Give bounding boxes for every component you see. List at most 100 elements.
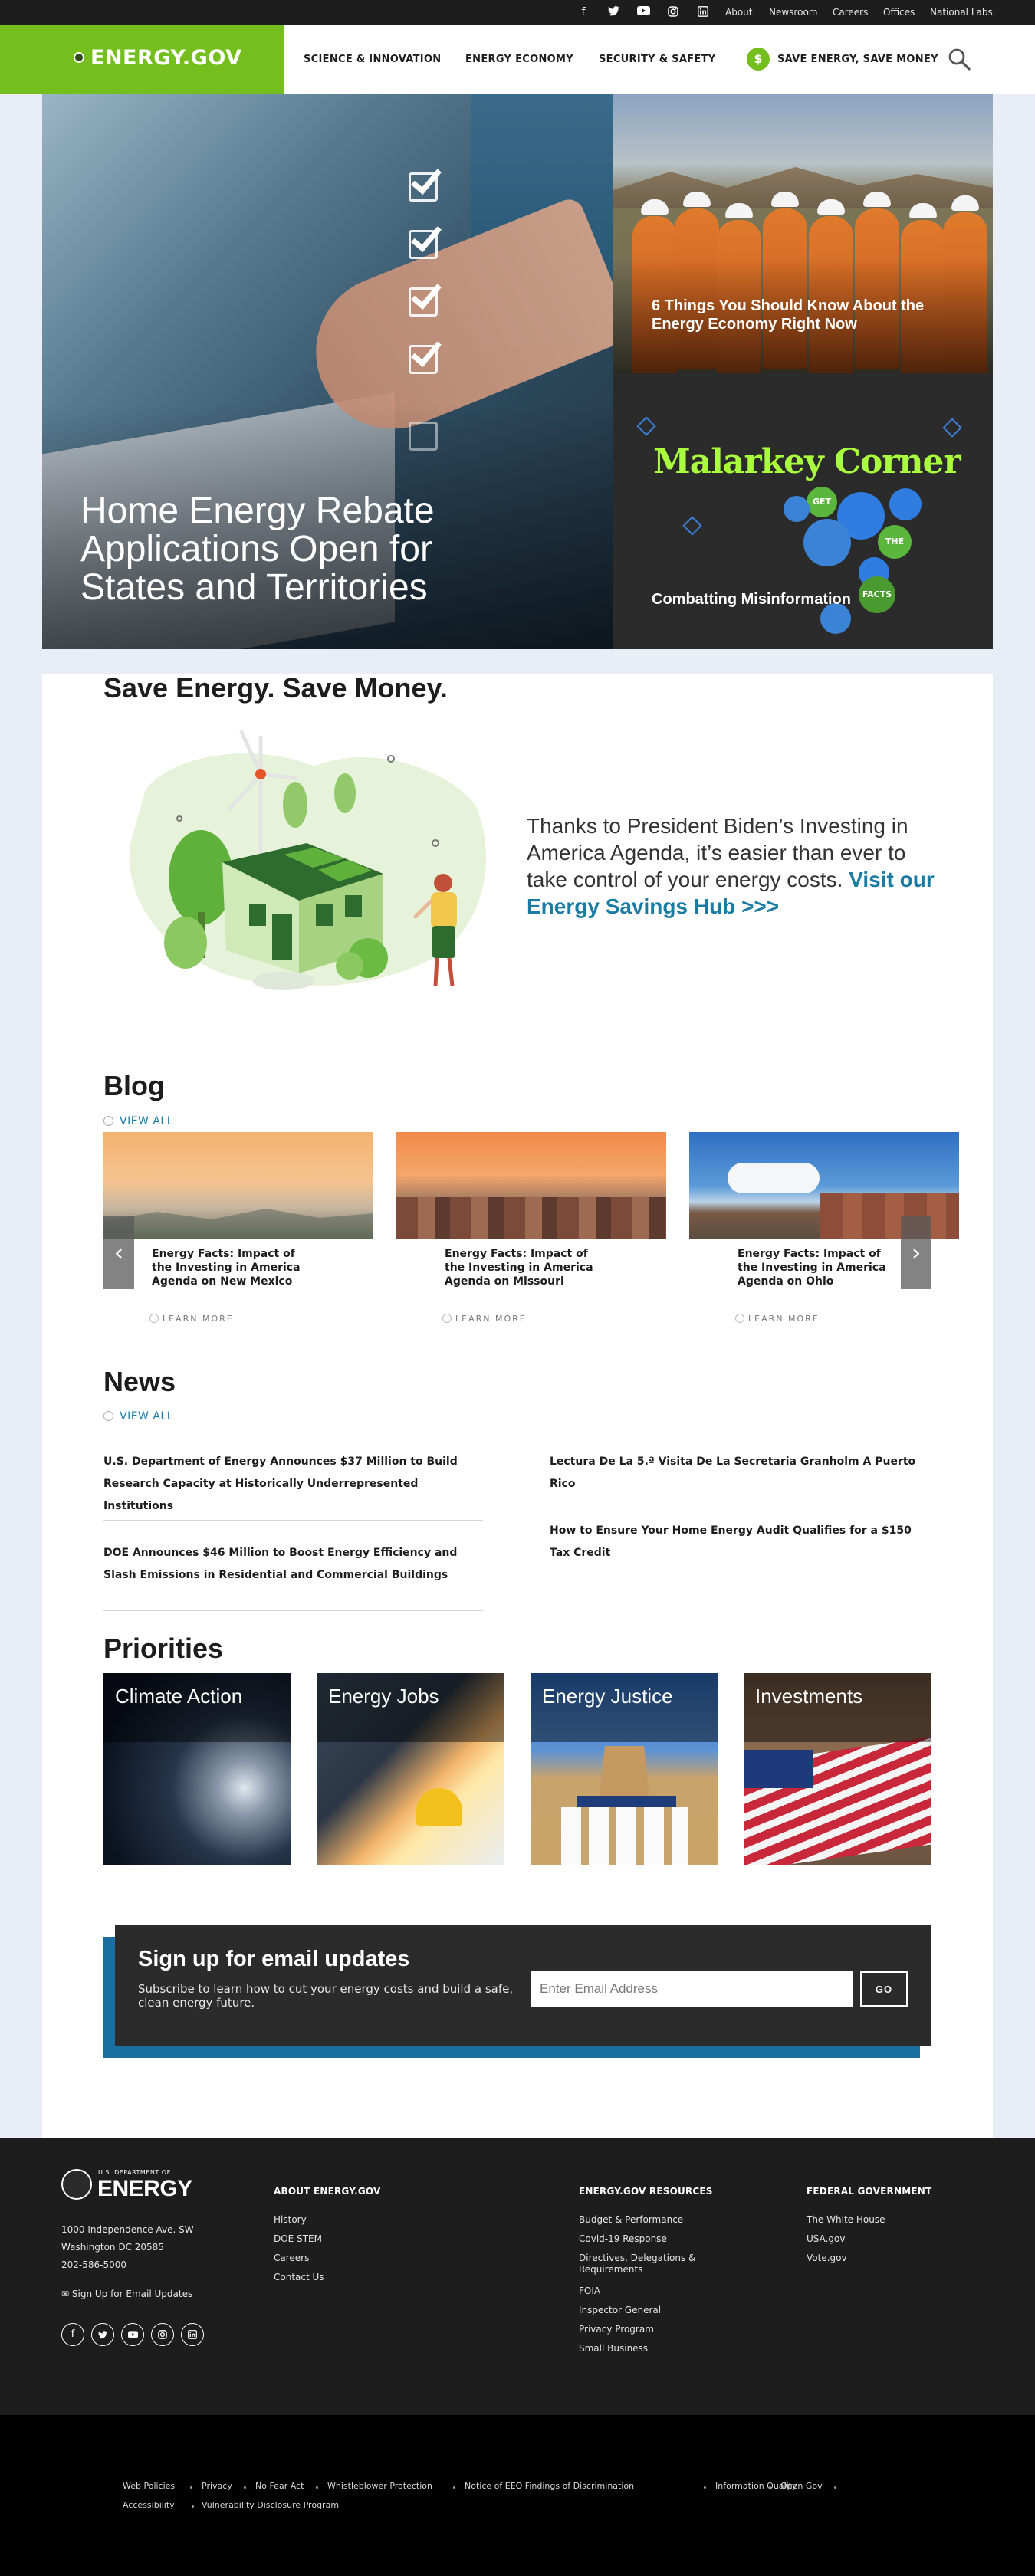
footer-link[interactable]: Covid-19 Response [579, 2233, 667, 2245]
news-item[interactable]: How to Ensure Your Home Energy Audit Qua… [550, 1520, 933, 1564]
twitter-icon[interactable] [606, 6, 620, 18]
footer-link[interactable]: History [274, 2214, 307, 2226]
bottom-link-whistleblower[interactable]: Whistleblower Protection [327, 2481, 432, 2491]
footer-link[interactable]: Vote.gov [807, 2253, 847, 2264]
site-footer: U.S. DEPARTMENT OF ENERGY 1000 Independe… [0, 2138, 1035, 2415]
blog-title-text: Energy Facts: Impact of the Investing in… [431, 1239, 623, 1296]
instagram-icon[interactable] [666, 6, 680, 18]
nav-energy-economy[interactable]: ENERGY ECONOMY [465, 54, 573, 65]
nav-science-innovation[interactable]: SCIENCE & INNOVATION [304, 54, 441, 65]
bottom-link-web-policies[interactable]: Web Policies [123, 2481, 175, 2491]
footer-link[interactable]: Small Business [579, 2343, 648, 2354]
footer-brand: ENERGY [97, 2176, 192, 2201]
footer-link[interactable]: DOE STEM [274, 2233, 322, 2245]
linkedin-icon[interactable] [696, 6, 710, 18]
footer-linkedin-icon[interactable] [181, 2323, 204, 2346]
energy-efficient-home-illustration [129, 730, 487, 990]
piggy-bank-icon: $ [747, 48, 770, 71]
footer-link[interactable]: The White House [807, 2214, 885, 2226]
footer-col-title: FEDERAL GOVERNMENT [807, 2186, 932, 2197]
news-item[interactable]: Lectura De La 5.ª Visita De La Secretari… [550, 1451, 933, 1495]
doe-seal-icon [61, 2169, 92, 2200]
footer-link[interactable]: FOIA [579, 2286, 600, 2297]
footer-link[interactable]: Budget & Performance [579, 2214, 683, 2226]
priority-card-investments[interactable]: Investments [744, 1673, 932, 1865]
priority-card-energy-justice[interactable]: Energy Justice [531, 1673, 718, 1865]
bottom-link-accessibility[interactable]: Accessibility [123, 2500, 175, 2510]
blog-learn-more[interactable]: LEARN MORE [442, 1314, 527, 1324]
footer-instagram-icon[interactable] [151, 2323, 174, 2346]
email-signup-panel: Sign up for email updates Subscribe to l… [115, 1925, 932, 2046]
util-link-about[interactable]: About [725, 7, 752, 18]
blog-card[interactable]: Energy Facts: Impact of the Investing in… [396, 1132, 666, 1301]
blog-title-text: Energy Facts: Impact of the Investing in… [724, 1239, 915, 1296]
facebook-icon[interactable]: f [577, 6, 590, 18]
savings-description: Thanks to President Biden’s Investing in… [527, 812, 941, 920]
hero-side-feature-misinformation[interactable]: Malarkey Corner GET THE FACTS Combatting… [613, 373, 993, 649]
footer-brand-top: U.S. DEPARTMENT OF [98, 2169, 171, 2176]
email-input[interactable] [531, 1971, 853, 2007]
blog-view-all[interactable]: VIEW ALL [104, 1115, 173, 1127]
search-icon[interactable] [948, 48, 971, 71]
circle-arrow-icon [104, 1411, 113, 1421]
blog-learn-more[interactable]: LEARN MORE [150, 1314, 234, 1324]
bottom-link-open-gov[interactable]: Open Gov [780, 2481, 823, 2491]
priority-label: Climate Action [104, 1673, 291, 1742]
footer-col-title: ABOUT ENERGY.GOV [274, 2186, 381, 2197]
blog-image-missouri [396, 1132, 666, 1239]
footer-email-signup-link[interactable]: ✉ Sign Up for Email Updates [61, 2289, 192, 2299]
nav-save-energy[interactable]: SAVE ENERGY, SAVE MONEY [777, 54, 938, 65]
footer-link[interactable]: Directives, Delegations & Requirements [579, 2253, 717, 2276]
blog-learn-more[interactable]: LEARN MORE [735, 1314, 820, 1324]
nav-security-safety[interactable]: SECURITY & SAFETY [599, 54, 715, 65]
bottom-link-privacy[interactable]: Privacy [202, 2481, 232, 2491]
signup-subtitle: Subscribe to learn how to cut your energ… [138, 1982, 514, 2010]
priority-label: Energy Justice [531, 1673, 718, 1742]
carousel-next-button[interactable]: › [901, 1216, 932, 1289]
youtube-icon[interactable] [636, 6, 650, 18]
footer-youtube-icon[interactable] [121, 2323, 144, 2346]
bottom-link-vulnerability-disclosure[interactable]: Vulnerability Disclosure Program [202, 2500, 339, 2510]
util-link-offices[interactable]: Offices [883, 7, 915, 18]
footer-link[interactable]: USA.gov [807, 2233, 846, 2245]
news-title: News [104, 1366, 176, 1397]
hard-hat-graphic [416, 1788, 462, 1826]
footer-address-line: Washington DC 20585 [61, 2242, 164, 2253]
malarkey-corner-graphic: Malarkey Corner [653, 442, 961, 481]
news-item[interactable]: DOE Announces $46 Million to Boost Energ… [104, 1542, 483, 1587]
blog-card[interactable]: Energy Facts: Impact of the Investing in… [104, 1132, 373, 1301]
priority-card-energy-jobs[interactable]: Energy Jobs [317, 1673, 504, 1865]
footer-link[interactable]: Contact Us [274, 2272, 324, 2283]
view-all-label: VIEW ALL [120, 1410, 174, 1423]
bottom-link-no-fear-act[interactable]: No Fear Act [255, 2481, 304, 2491]
priority-label: Investments [744, 1673, 932, 1742]
footer-twitter-icon[interactable] [91, 2323, 114, 2346]
utility-bar: f About Newsroom Careers Offices Nationa… [0, 0, 1035, 25]
blog-title: Blog [104, 1070, 165, 1101]
news-item[interactable]: U.S. Department of Energy Announces $37 … [104, 1451, 483, 1518]
util-link-national-labs[interactable]: National Labs [930, 7, 993, 18]
signup-title: Sign up for email updates [138, 1947, 410, 1971]
blog-title-text: Energy Facts: Impact of the Investing in… [138, 1239, 330, 1296]
footer-col-title: ENERGY.GOV RESOURCES [579, 2186, 713, 2197]
bottom-link-eeo-findings[interactable]: Notice of EEO Findings of Discrimination [465, 2481, 634, 2491]
util-link-newsroom[interactable]: Newsroom [769, 7, 817, 18]
hero-side1-title: 6 Things You Should Know About the Energ… [652, 297, 925, 333]
priority-card-climate-action[interactable]: Climate Action [104, 1673, 291, 1865]
footer-phone: 202-586-5000 [61, 2259, 127, 2270]
site-logo[interactable]: ENERGY.GOV [0, 25, 284, 94]
signup-go-button[interactable]: GO [860, 1971, 908, 2007]
footer-link[interactable]: Careers [274, 2253, 309, 2264]
hero-side-feature-economy[interactable]: 6 Things You Should Know About the Energ… [613, 94, 993, 373]
view-all-label: VIEW ALL [120, 1115, 174, 1127]
footer-link[interactable]: Privacy Program [579, 2324, 654, 2335]
carousel-prev-button[interactable]: ‹ [104, 1216, 134, 1289]
hero-main-feature[interactable]: Home Energy Rebate Applications Open for… [42, 94, 613, 649]
doe-seal-icon [74, 52, 84, 63]
footer-address-line: 1000 Independence Ave. SW [61, 2224, 194, 2235]
footer-link[interactable]: Inspector General [579, 2305, 661, 2316]
util-link-careers[interactable]: Careers [833, 7, 868, 18]
footer-facebook-icon[interactable]: f [61, 2323, 84, 2346]
hero-side2-title: Combatting Misinformation [652, 591, 851, 608]
news-view-all[interactable]: VIEW ALL [104, 1410, 173, 1423]
